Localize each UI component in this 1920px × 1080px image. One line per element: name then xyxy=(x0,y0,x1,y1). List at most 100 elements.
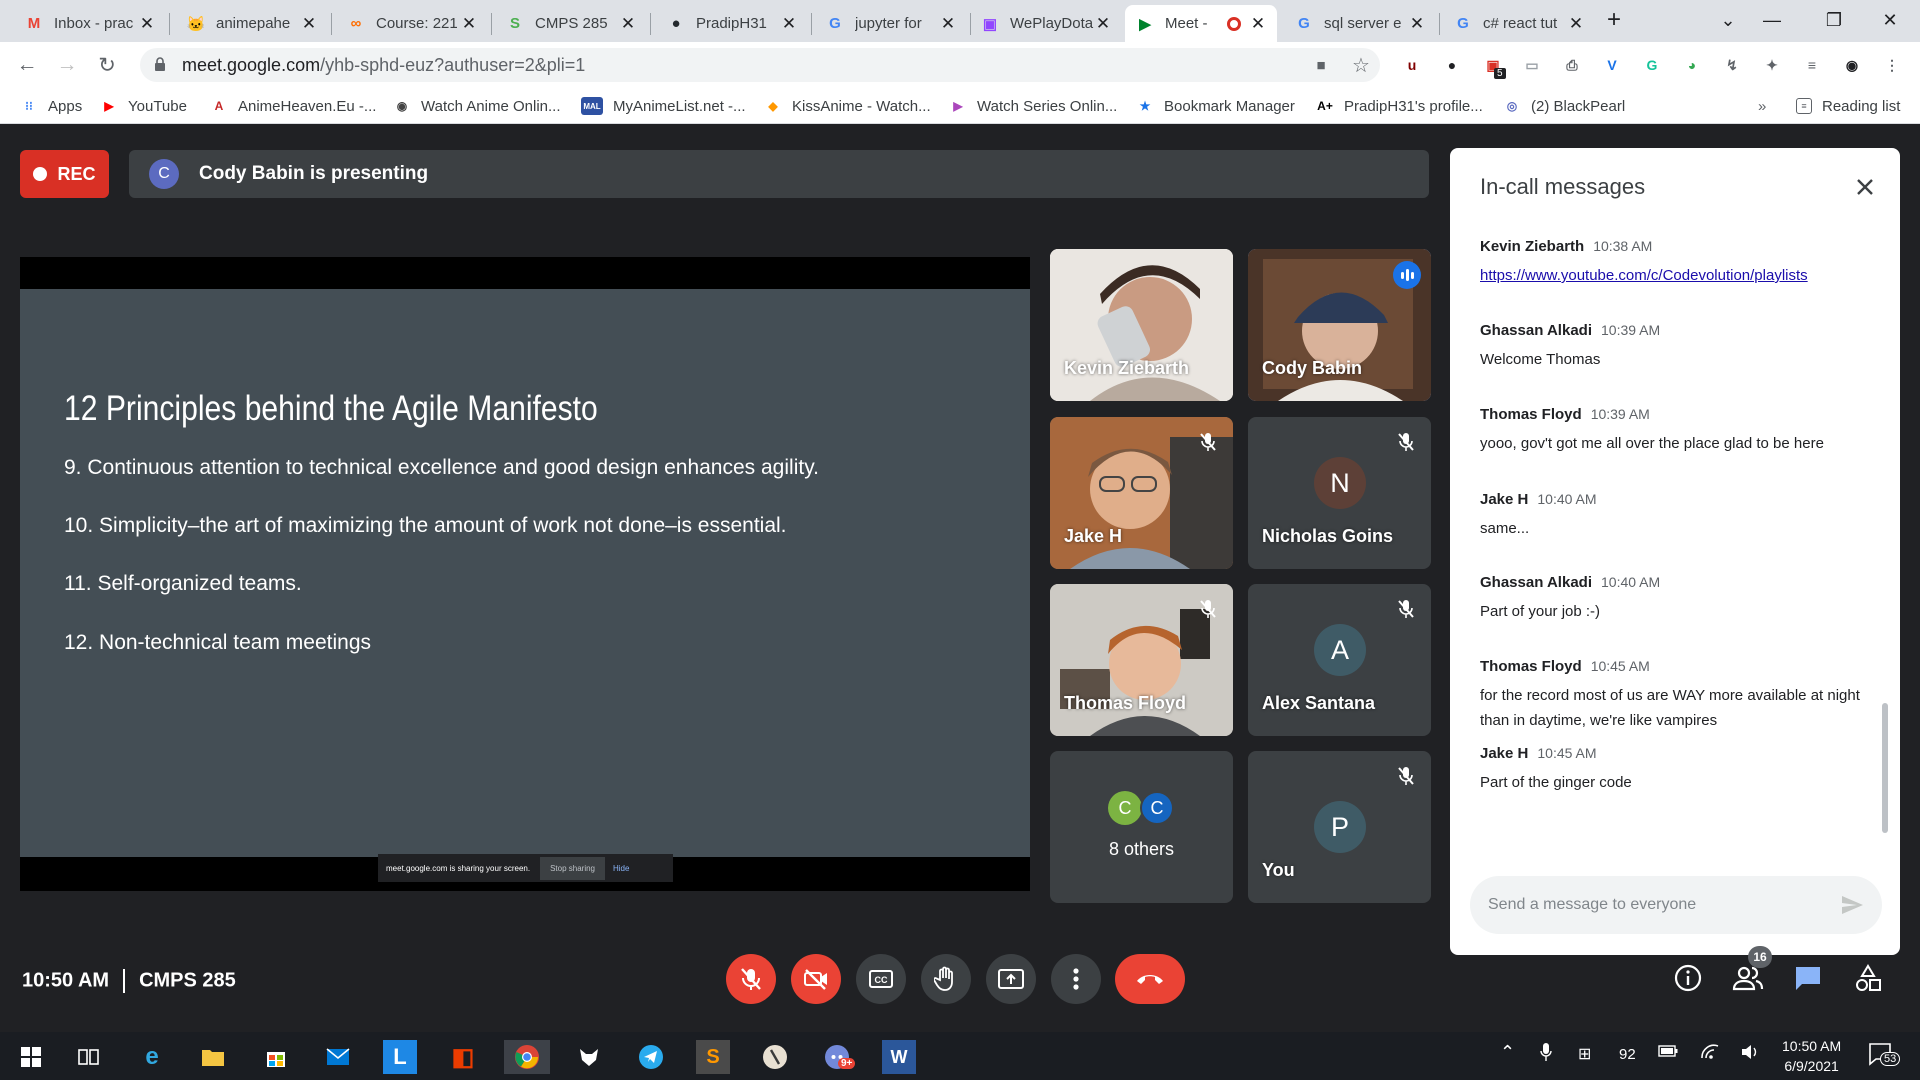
browser-tab[interactable]: ● PradipH31 ✕ xyxy=(656,5,808,42)
recording-indicator[interactable]: REC xyxy=(20,150,109,198)
hide-button[interactable]: Hide xyxy=(613,864,629,873)
bookmark-item[interactable]: ⁝⁝ Apps xyxy=(20,94,82,118)
sublime-text-icon[interactable]: S xyxy=(696,1040,730,1074)
browser-tab[interactable]: Gc# react tut ✕ xyxy=(1443,5,1595,42)
extension-globe-icon[interactable]: ◕ xyxy=(1680,53,1704,77)
browser-tab[interactable]: ▶ Meet - ✕ xyxy=(1125,5,1277,42)
participant-tile-nicholas-goins[interactable]: N Nicholas Goins xyxy=(1248,417,1431,569)
reading-list-button[interactable]: ≡ Reading list xyxy=(1796,94,1900,118)
browser-tab[interactable]: Gsql server e ✕ xyxy=(1284,5,1436,42)
chrome-icon[interactable] xyxy=(504,1040,550,1074)
bookmark-item[interactable]: ▶ Watch Series Onlin... xyxy=(949,94,1117,118)
close-tab-icon[interactable]: ✕ xyxy=(300,14,318,34)
store-icon[interactable] xyxy=(259,1040,293,1074)
forward-button[interactable]: → xyxy=(52,50,82,80)
input-method-icon[interactable]: ⊞ xyxy=(1578,1044,1591,1064)
new-tab-button[interactable]: + xyxy=(1596,0,1632,40)
bookmark-item[interactable]: ◎ (2) BlackPearl xyxy=(1503,94,1625,118)
bookmarks-overflow-button[interactable]: » xyxy=(1758,94,1766,118)
office-icon[interactable]: ◧ xyxy=(446,1040,480,1074)
word-icon[interactable]: W xyxy=(882,1040,916,1074)
file-explorer-icon[interactable] xyxy=(196,1040,230,1074)
send-icon[interactable] xyxy=(1840,893,1864,917)
browser-tab[interactable]: 🐱 animepahe ✕ xyxy=(176,5,328,42)
browser-tab[interactable]: ▣ WePlayDota ✕ xyxy=(970,5,1122,42)
grammarly-icon[interactable]: G xyxy=(1640,53,1664,77)
bookmark-item[interactable]: ★ Bookmark Manager xyxy=(1136,94,1295,118)
minimize-icon[interactable]: — xyxy=(1744,0,1800,40)
close-tab-icon[interactable]: ✕ xyxy=(138,14,156,34)
close-icon[interactable] xyxy=(1852,174,1878,200)
ublock-icon[interactable]: u xyxy=(1400,53,1424,77)
telegram-icon[interactable] xyxy=(634,1040,668,1074)
discord-icon[interactable]: 9+ xyxy=(820,1040,856,1074)
settings-app-icon[interactable] xyxy=(758,1040,792,1074)
task-view-icon[interactable] xyxy=(72,1040,106,1074)
bookmark-item[interactable]: ◉ Watch Anime Onlin... xyxy=(393,94,561,118)
extension-v-icon[interactable]: V xyxy=(1600,53,1624,77)
chat-message-input[interactable]: Send a message to everyone xyxy=(1470,876,1882,934)
meeting-details-button[interactable] xyxy=(1668,958,1708,998)
app-fox-icon[interactable] xyxy=(572,1040,606,1074)
captions-button[interactable]: CC xyxy=(856,954,906,1004)
participant-tile-thomas-floyd[interactable]: Thomas Floyd xyxy=(1050,584,1233,736)
close-tab-icon[interactable]: ✕ xyxy=(619,14,637,34)
chat-scrollbar[interactable] xyxy=(1882,703,1888,833)
wifi-icon[interactable] xyxy=(1700,1044,1720,1064)
close-tab-icon[interactable]: ✕ xyxy=(1567,14,1585,34)
profile-avatar-icon[interactable]: ◉ xyxy=(1840,53,1864,77)
back-button[interactable]: ← xyxy=(12,50,42,80)
close-tab-icon[interactable]: ✕ xyxy=(780,14,798,34)
bookmark-item[interactable]: ▶ YouTube xyxy=(100,94,187,118)
reload-button[interactable]: ↻ xyxy=(92,50,122,80)
learning-app-icon[interactable]: L xyxy=(383,1040,417,1074)
extensions-puzzle-icon[interactable]: ✦ xyxy=(1760,53,1784,77)
participant-tile-you[interactable]: P You xyxy=(1248,751,1431,903)
raise-hand-button[interactable] xyxy=(921,954,971,1004)
more-options-button[interactable] xyxy=(1051,954,1101,1004)
close-tab-icon[interactable]: ✕ xyxy=(460,14,478,34)
camera-blocked-icon[interactable]: ■ xyxy=(1306,50,1336,80)
extension-gray-icon[interactable]: ▭ xyxy=(1520,53,1544,77)
stop-sharing-button[interactable]: Stop sharing xyxy=(540,856,605,880)
mail-icon[interactable] xyxy=(321,1040,355,1074)
browser-tab[interactable]: ∞ Course: 221 ✕ xyxy=(336,5,488,42)
chat-with-everyone-button[interactable] xyxy=(1788,958,1828,998)
extension-ghost-icon[interactable]: ● xyxy=(1440,53,1464,77)
windows-start-icon[interactable] xyxy=(14,1040,48,1074)
browser-tab[interactable]: S CMPS 285 ✕ xyxy=(495,5,647,42)
microphone-toggle-button[interactable] xyxy=(726,954,776,1004)
bookmark-item[interactable]: MAL MyAnimeList.net -... xyxy=(581,94,746,118)
browser-tab[interactable]: Gjupyter for ✕ xyxy=(815,5,967,42)
volume-icon[interactable] xyxy=(1740,1044,1760,1064)
participant-tile-others[interactable]: C C 8 others xyxy=(1050,751,1233,903)
participant-tile-jake-h[interactable]: Jake H xyxy=(1050,417,1233,569)
participant-tile-alex-santana[interactable]: A Alex Santana xyxy=(1248,584,1431,736)
camera-toggle-button[interactable] xyxy=(791,954,841,1004)
system-clock[interactable]: 10:50 AM 6/9/2021 xyxy=(1782,1036,1841,1076)
address-bar[interactable]: meet.google.com/yhb-sphd-euz?authuser=2&… xyxy=(140,48,1380,82)
notifications-icon[interactable]: 53 xyxy=(1868,1042,1901,1070)
bookmark-item[interactable]: A AnimeHeaven.Eu -... xyxy=(210,94,377,118)
close-tab-icon[interactable]: ✕ xyxy=(939,14,957,34)
browser-tab[interactable]: M Inbox - prac ✕ xyxy=(14,5,166,42)
battery-icon[interactable] xyxy=(1658,1044,1678,1061)
window-close-icon[interactable]: ✕ xyxy=(1862,0,1918,40)
present-now-button[interactable] xyxy=(986,954,1036,1004)
close-tab-icon[interactable]: ✕ xyxy=(1249,14,1267,34)
leave-call-button[interactable] xyxy=(1115,954,1185,1004)
maximize-icon[interactable]: ❐ xyxy=(1806,0,1862,40)
participant-tile-cody-babin[interactable]: Cody Babin xyxy=(1248,249,1431,401)
edge-icon[interactable]: e xyxy=(135,1040,169,1074)
shared-screen[interactable]: 12 Principles behind the Agile Manifesto… xyxy=(20,257,1030,891)
microphone-tray-icon[interactable] xyxy=(1540,1042,1552,1066)
media-control-icon[interactable]: ≡ xyxy=(1800,53,1824,77)
chrome-menu-icon[interactable]: ⋮ xyxy=(1880,53,1904,77)
extension-print-icon[interactable]: ⎙ xyxy=(1560,53,1584,77)
bookmark-item[interactable]: A+ PradipH31's profile... xyxy=(1316,94,1483,118)
close-tab-icon[interactable]: ✕ xyxy=(1094,14,1112,34)
extension-arrow-icon[interactable]: ↯ xyxy=(1720,53,1744,77)
bookmark-item[interactable]: ◆ KissAnime - Watch... xyxy=(764,94,930,118)
bookmark-star-icon[interactable]: ☆ xyxy=(1346,50,1376,80)
close-tab-icon[interactable]: ✕ xyxy=(1408,14,1426,34)
